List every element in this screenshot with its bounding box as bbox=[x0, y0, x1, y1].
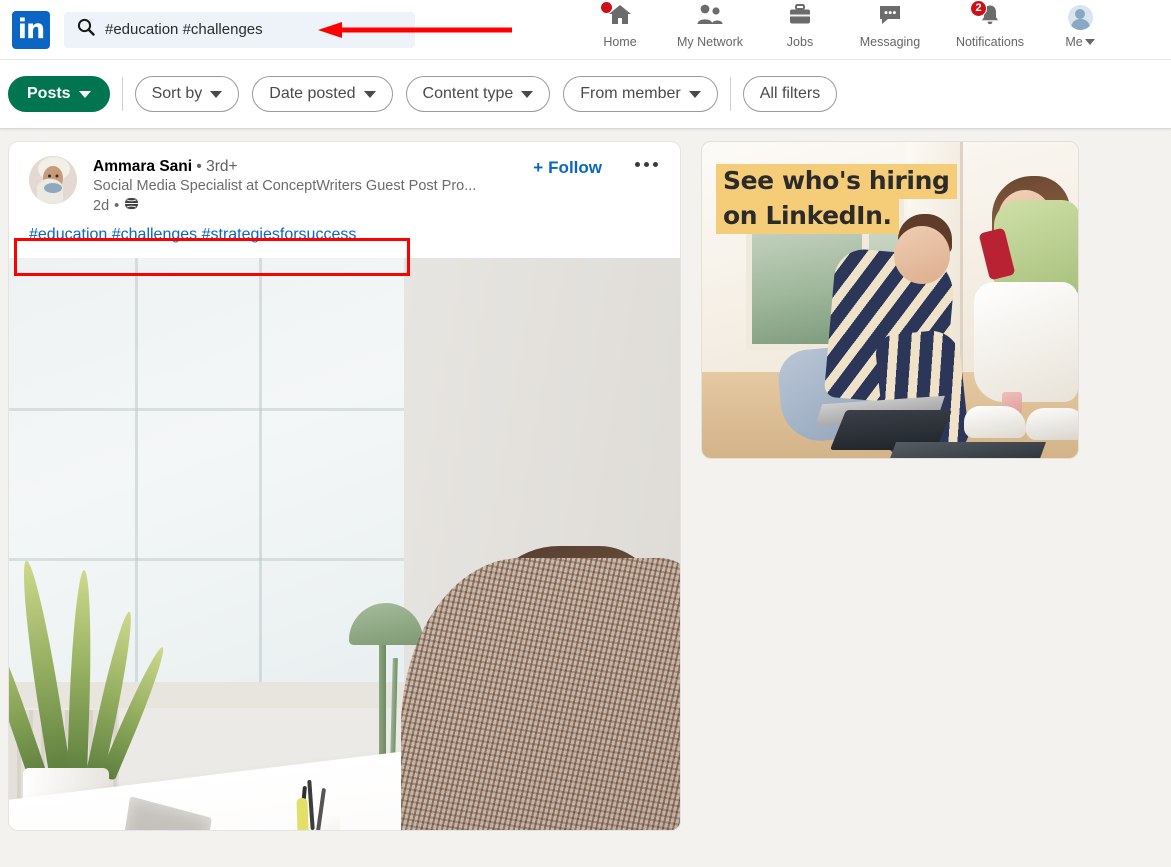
ad-headline-line2: on LinkedIn. bbox=[716, 199, 899, 234]
hashtag-strategiesforsuccess[interactable]: #strategiesforsuccess bbox=[202, 226, 357, 243]
search-filter-bar: Posts Sort by Date posted Content type F… bbox=[0, 60, 1171, 129]
nav-label-messaging: Messaging bbox=[859, 35, 921, 49]
nav-label-jobs: Jobs bbox=[786, 35, 814, 49]
ad-headline: See who's hiring on LinkedIn. bbox=[716, 164, 957, 234]
avatar-icon bbox=[1067, 5, 1093, 30]
nav-item-messaging[interactable]: Messaging bbox=[840, 0, 940, 56]
nav-label-my-network: My Network bbox=[677, 35, 743, 49]
filter-label-sort-by: Sort by bbox=[151, 85, 203, 102]
post-author-headline: Social Media Specialist at ConceptWriter… bbox=[93, 178, 477, 194]
post-image[interactable] bbox=[9, 257, 680, 830]
search-results-main: Ammara Sani • 3rd+ Social Media Speciali… bbox=[0, 129, 1171, 866]
filter-all-filters[interactable]: All filters bbox=[742, 76, 838, 112]
filter-divider-2 bbox=[729, 77, 731, 111]
post-meta-separator: • bbox=[114, 197, 120, 214]
search-box[interactable] bbox=[64, 11, 415, 48]
nav-label-home: Home bbox=[603, 35, 637, 49]
post-header: Ammara Sani • 3rd+ Social Media Speciali… bbox=[9, 142, 680, 219]
people-icon bbox=[696, 3, 724, 32]
chevron-down-icon bbox=[688, 90, 701, 98]
post-author-name[interactable]: Ammara Sani bbox=[93, 158, 192, 175]
filter-label-content-type: Content type bbox=[422, 85, 514, 102]
follow-button[interactable]: + Follow bbox=[533, 158, 602, 178]
ellipsis-icon bbox=[635, 162, 640, 167]
filter-divider bbox=[121, 77, 123, 111]
filter-date-posted[interactable]: Date posted bbox=[252, 76, 393, 112]
filter-label-all-filters: All filters bbox=[759, 85, 821, 102]
post-author-block: Ammara Sani • 3rd+ Social Media Speciali… bbox=[93, 156, 476, 215]
hiring-ad-card[interactable]: See who's hiring on LinkedIn. bbox=[701, 141, 1079, 459]
chevron-down-icon bbox=[210, 90, 223, 98]
chevron-down-icon bbox=[78, 90, 91, 98]
chevron-down-icon bbox=[363, 90, 376, 98]
plus-icon: + bbox=[533, 158, 544, 177]
filter-from-member[interactable]: From member bbox=[563, 76, 718, 112]
post-meta: 2d • bbox=[93, 196, 476, 215]
post-more-options-button[interactable] bbox=[635, 162, 658, 167]
chat-bubble-icon bbox=[877, 3, 903, 32]
avatar[interactable] bbox=[29, 156, 77, 204]
notifications-badge: 2 bbox=[970, 0, 987, 17]
filter-sort-by[interactable]: Sort by bbox=[134, 76, 240, 112]
primary-nav: Home My Network Jobs Messaging 2 Notific… bbox=[580, 0, 1120, 60]
ellipsis-icon bbox=[653, 162, 658, 167]
post-text: #education #challenges #strategiesforsuc… bbox=[9, 219, 680, 258]
right-rail-column: See who's hiring on LinkedIn. bbox=[701, 141, 1079, 866]
follow-label: Follow bbox=[548, 158, 602, 177]
post-author-line: Ammara Sani • 3rd+ bbox=[93, 158, 476, 176]
search-input[interactable] bbox=[105, 21, 405, 38]
chevron-down-icon bbox=[521, 90, 534, 98]
nav-item-notifications[interactable]: 2 Notifications bbox=[940, 0, 1040, 56]
search-icon bbox=[77, 18, 95, 41]
ad-headline-line1: See who's hiring bbox=[716, 164, 957, 199]
hashtag-education[interactable]: #education bbox=[29, 226, 107, 243]
top-navigation-bar: in Home bbox=[0, 0, 1171, 60]
linkedin-logo[interactable]: in bbox=[12, 10, 50, 49]
person-blazer bbox=[401, 557, 680, 830]
briefcase-icon bbox=[788, 3, 812, 32]
nav-item-jobs[interactable]: Jobs bbox=[760, 0, 840, 56]
nav-item-me[interactable]: Me bbox=[1040, 0, 1120, 56]
window-background bbox=[9, 257, 404, 688]
post-author-degree: 3rd+ bbox=[206, 158, 238, 175]
nav-label-me: Me bbox=[1065, 35, 1083, 49]
nav-label-notifications: Notifications bbox=[955, 35, 1025, 49]
filter-content-type[interactable]: Content type bbox=[405, 76, 551, 112]
globe-icon bbox=[121, 196, 142, 215]
filter-label-date-posted: Date posted bbox=[269, 85, 356, 102]
post-time: 2d bbox=[93, 197, 110, 214]
filter-label-posts: Posts bbox=[27, 85, 71, 102]
chevron-down-icon bbox=[1084, 39, 1095, 45]
ellipsis-icon bbox=[644, 162, 649, 167]
post-card: Ammara Sani • 3rd+ Social Media Speciali… bbox=[8, 141, 681, 831]
nav-item-my-network[interactable]: My Network bbox=[660, 0, 760, 56]
hashtag-challenges[interactable]: #challenges bbox=[112, 226, 197, 243]
nav-item-home[interactable]: Home bbox=[580, 0, 660, 56]
post-author-separator: • bbox=[196, 158, 202, 175]
home-badge bbox=[600, 1, 613, 14]
filter-label-from-member: From member bbox=[580, 85, 681, 102]
results-feed-column: Ammara Sani • 3rd+ Social Media Speciali… bbox=[8, 141, 681, 866]
filter-posts-active[interactable]: Posts bbox=[8, 76, 110, 112]
